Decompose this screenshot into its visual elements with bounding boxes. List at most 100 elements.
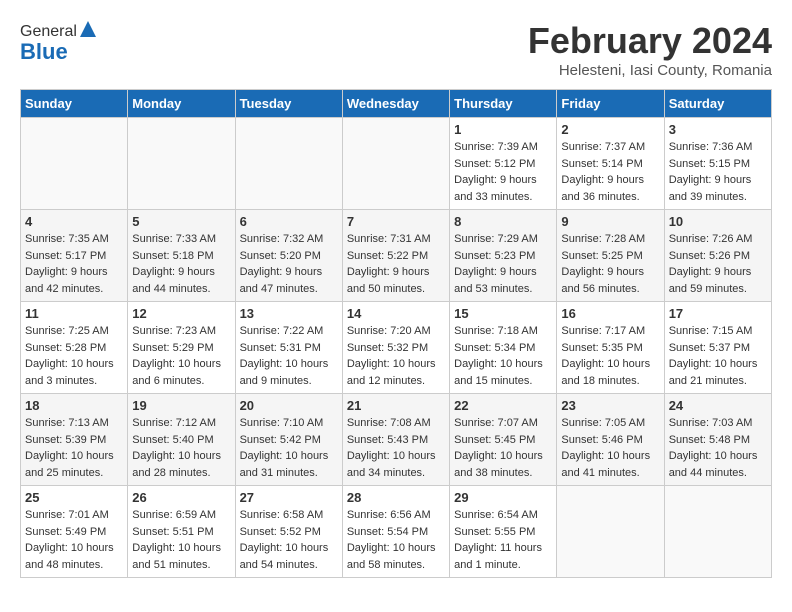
day-number: 22 (454, 398, 552, 413)
calendar-cell: 2 Sunrise: 7:37 AMSunset: 5:14 PMDaylight… (557, 118, 664, 210)
day-info: Sunrise: 7:25 AMSunset: 5:28 PMDaylight:… (25, 323, 123, 389)
page-header: General Blue February 2024 Helesteni, Ia… (20, 20, 772, 79)
day-info: Sunrise: 7:22 AMSunset: 5:31 PMDaylight:… (240, 323, 338, 389)
calendar-cell: 22 Sunrise: 7:07 AMSunset: 5:45 PMDayligh… (450, 394, 557, 486)
day-number: 25 (25, 490, 123, 505)
calendar-cell: 21Sunrise: 7:08 AMSunset: 5:43 PMDayligh… (342, 394, 449, 486)
calendar-cell: 19 Sunrise: 7:12 AMSunset: 5:40 PMDayligh… (128, 394, 235, 486)
calendar-cell: 10 Sunrise: 7:26 AMSunset: 5:26 PMDayligh… (664, 210, 771, 302)
calendar-week-row: 11Sunrise: 7:25 AMSunset: 5:28 PMDayligh… (21, 302, 772, 394)
calendar-cell (235, 118, 342, 210)
day-info: Sunrise: 7:18 AMSunset: 5:34 PMDaylight:… (454, 323, 552, 389)
calendar-cell: 7 Sunrise: 7:31 AMSunset: 5:22 PMDaylight… (342, 210, 449, 302)
weekday-header-tuesday: Tuesday (235, 90, 342, 118)
weekday-header-sunday: Sunday (21, 90, 128, 118)
day-info: Sunrise: 7:05 AMSunset: 5:46 PMDaylight:… (561, 415, 659, 481)
day-number: 7 (347, 214, 445, 229)
day-number: 18 (25, 398, 123, 413)
calendar-cell (342, 118, 449, 210)
calendar-week-row: 1 Sunrise: 7:39 AMSunset: 5:12 PMDaylight… (21, 118, 772, 210)
weekday-header-row: SundayMondayTuesdayWednesdayThursdayFrid… (21, 90, 772, 118)
day-info: Sunrise: 7:37 AMSunset: 5:14 PMDaylight:… (561, 139, 659, 205)
calendar-cell: 4 Sunrise: 7:35 AMSunset: 5:17 PMDaylight… (21, 210, 128, 302)
calendar-cell: 9 Sunrise: 7:28 AMSunset: 5:25 PMDaylight… (557, 210, 664, 302)
day-number: 6 (240, 214, 338, 229)
logo-general-text: General (20, 23, 77, 41)
day-number: 9 (561, 214, 659, 229)
day-number: 16 (561, 306, 659, 321)
day-info: Sunrise: 6:56 AMSunset: 5:54 PMDaylight:… (347, 507, 445, 573)
calendar-cell: 3Sunrise: 7:36 AMSunset: 5:15 PMDaylight… (664, 118, 771, 210)
calendar-cell: 16 Sunrise: 7:17 AMSunset: 5:35 PMDayligh… (557, 302, 664, 394)
weekday-header-monday: Monday (128, 90, 235, 118)
day-number: 17 (669, 306, 767, 321)
calendar-cell: 17 Sunrise: 7:15 AMSunset: 5:37 PMDayligh… (664, 302, 771, 394)
day-number: 15 (454, 306, 552, 321)
day-number: 13 (240, 306, 338, 321)
calendar-cell: 24Sunrise: 7:03 AMSunset: 5:48 PMDayligh… (664, 394, 771, 486)
calendar-cell: 5 Sunrise: 7:33 AMSunset: 5:18 PMDaylight… (128, 210, 235, 302)
calendar-cell: 1 Sunrise: 7:39 AMSunset: 5:12 PMDaylight… (450, 118, 557, 210)
day-number: 3 (669, 122, 767, 137)
day-number: 5 (132, 214, 230, 229)
day-number: 2 (561, 122, 659, 137)
day-info: Sunrise: 7:26 AMSunset: 5:26 PMDaylight:… (669, 231, 767, 297)
day-info: Sunrise: 7:31 AMSunset: 5:22 PMDaylight:… (347, 231, 445, 297)
day-info: Sunrise: 7:33 AMSunset: 5:18 PMDaylight:… (132, 231, 230, 297)
day-info: Sunrise: 7:32 AMSunset: 5:20 PMDaylight:… (240, 231, 338, 297)
day-info: Sunrise: 6:54 AMSunset: 5:55 PMDaylight:… (454, 507, 552, 573)
day-number: 8 (454, 214, 552, 229)
calendar-cell: 11Sunrise: 7:25 AMSunset: 5:28 PMDayligh… (21, 302, 128, 394)
month-year-title: February 2024 (528, 20, 772, 62)
calendar-cell: 15 Sunrise: 7:18 AMSunset: 5:34 PMDayligh… (450, 302, 557, 394)
day-info: Sunrise: 7:08 AMSunset: 5:43 PMDaylight:… (347, 415, 445, 481)
calendar-cell: 28Sunrise: 6:56 AMSunset: 5:54 PMDayligh… (342, 486, 449, 578)
day-info: Sunrise: 7:28 AMSunset: 5:25 PMDaylight:… (561, 231, 659, 297)
day-number: 10 (669, 214, 767, 229)
calendar-cell (128, 118, 235, 210)
day-number: 14 (347, 306, 445, 321)
day-info: Sunrise: 7:35 AMSunset: 5:17 PMDaylight:… (25, 231, 123, 297)
calendar-cell: 8 Sunrise: 7:29 AMSunset: 5:23 PMDaylight… (450, 210, 557, 302)
calendar-cell: 18 Sunrise: 7:13 AMSunset: 5:39 PMDayligh… (21, 394, 128, 486)
calendar-week-row: 25Sunrise: 7:01 AMSunset: 5:49 PMDayligh… (21, 486, 772, 578)
day-number: 23 (561, 398, 659, 413)
calendar-cell (557, 486, 664, 578)
day-number: 1 (454, 122, 552, 137)
calendar-cell (21, 118, 128, 210)
day-info: Sunrise: 7:07 AMSunset: 5:45 PMDaylight:… (454, 415, 552, 481)
day-info: Sunrise: 6:58 AMSunset: 5:52 PMDaylight:… (240, 507, 338, 573)
day-info: Sunrise: 7:15 AMSunset: 5:37 PMDaylight:… (669, 323, 767, 389)
logo-icon (79, 20, 97, 38)
day-info: Sunrise: 7:39 AMSunset: 5:12 PMDaylight:… (454, 139, 552, 205)
logo: General Blue (20, 20, 97, 65)
calendar-cell (664, 486, 771, 578)
day-info: Sunrise: 6:59 AMSunset: 5:51 PMDaylight:… (132, 507, 230, 573)
day-number: 20 (240, 398, 338, 413)
day-number: 26 (132, 490, 230, 505)
day-info: Sunrise: 7:13 AMSunset: 5:39 PMDaylight:… (25, 415, 123, 481)
day-info: Sunrise: 7:03 AMSunset: 5:48 PMDaylight:… (669, 415, 767, 481)
weekday-header-friday: Friday (557, 90, 664, 118)
calendar-cell: 23 Sunrise: 7:05 AMSunset: 5:46 PMDayligh… (557, 394, 664, 486)
day-number: 29 (454, 490, 552, 505)
calendar-cell: 26 Sunrise: 6:59 AMSunset: 5:51 PMDayligh… (128, 486, 235, 578)
calendar-cell: 13 Sunrise: 7:22 AMSunset: 5:31 PMDayligh… (235, 302, 342, 394)
day-info: Sunrise: 7:29 AMSunset: 5:23 PMDaylight:… (454, 231, 552, 297)
calendar-cell: 25Sunrise: 7:01 AMSunset: 5:49 PMDayligh… (21, 486, 128, 578)
calendar-cell: 14 Sunrise: 7:20 AMSunset: 5:32 PMDayligh… (342, 302, 449, 394)
day-number: 4 (25, 214, 123, 229)
day-number: 12 (132, 306, 230, 321)
weekday-header-saturday: Saturday (664, 90, 771, 118)
calendar-table: SundayMondayTuesdayWednesdayThursdayFrid… (20, 89, 772, 578)
location-subtitle: Helesteni, Iasi County, Romania (528, 62, 772, 79)
day-info: Sunrise: 7:17 AMSunset: 5:35 PMDaylight:… (561, 323, 659, 389)
calendar-week-row: 18 Sunrise: 7:13 AMSunset: 5:39 PMDayligh… (21, 394, 772, 486)
calendar-cell: 29 Sunrise: 6:54 AMSunset: 5:55 PMDayligh… (450, 486, 557, 578)
day-number: 19 (132, 398, 230, 413)
day-info: Sunrise: 7:10 AMSunset: 5:42 PMDaylight:… (240, 415, 338, 481)
day-info: Sunrise: 7:12 AMSunset: 5:40 PMDaylight:… (132, 415, 230, 481)
calendar-cell: 27Sunrise: 6:58 AMSunset: 5:52 PMDayligh… (235, 486, 342, 578)
calendar-cell: 20 Sunrise: 7:10 AMSunset: 5:42 PMDayligh… (235, 394, 342, 486)
day-info: Sunrise: 7:20 AMSunset: 5:32 PMDaylight:… (347, 323, 445, 389)
